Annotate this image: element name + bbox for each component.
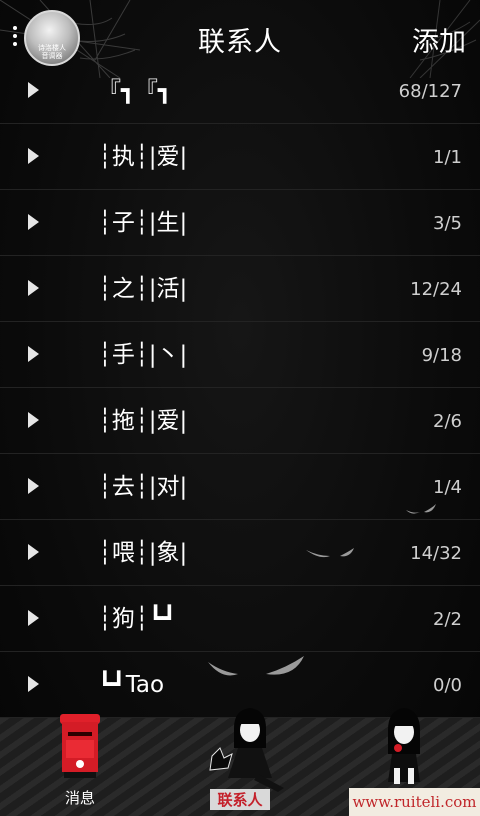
group-count: 1/1 <box>433 147 462 168</box>
group-count: 12/24 <box>410 279 462 300</box>
add-button[interactable]: 添加 <box>412 20 466 59</box>
contact-group-row[interactable]: ┆喂┆|象| 14/32 <box>0 520 480 586</box>
group-name: ┆之┆|活| <box>98 276 188 302</box>
group-name: ┆执┆|爱| <box>98 144 188 170</box>
group-name: ┆去┆|对| <box>98 474 188 500</box>
group-count: 3/5 <box>433 213 462 234</box>
page-title: 联系人 <box>198 27 282 58</box>
mailbox-icon <box>60 714 100 778</box>
tab-contacts-label: 联系人 <box>210 789 270 810</box>
contacts-screen: 诗洛楼人 音调器 联系人 添加 『┓『┓ 68/127 ┆执┆|爱| 1/1 ┆… <box>0 0 480 816</box>
contact-group-row[interactable]: ┆狗┆┗┛ 2/2 <box>0 586 480 652</box>
girl-with-rose-icon <box>388 708 420 784</box>
expand-arrow-icon <box>28 346 39 362</box>
tab-messages[interactable]: 消息 <box>0 714 160 816</box>
expand-arrow-icon <box>28 214 39 230</box>
group-name: ┗┛Tao <box>98 672 165 698</box>
group-name: ┆喂┆|象| <box>98 540 188 566</box>
expand-arrow-icon <box>28 148 39 164</box>
contact-group-row[interactable]: ┆之┆|活| 12/24 <box>0 256 480 322</box>
group-count: 1/4 <box>433 477 462 498</box>
girl-with-cat-icon <box>209 708 284 792</box>
group-count: 68/127 <box>398 81 462 102</box>
tab-contacts[interactable]: 联系人 <box>160 708 320 816</box>
group-name: ┆手┆|丶| <box>98 342 188 368</box>
tab-messages-label: 消息 <box>64 789 95 807</box>
group-count: 14/32 <box>410 543 462 564</box>
contact-group-list: 『┓『┓ 68/127 ┆执┆|爱| 1/1 ┆子┆|生| 3/5 ┆之┆|活|… <box>0 58 480 718</box>
contact-group-row[interactable]: ┆执┆|爱| 1/1 <box>0 124 480 190</box>
group-count: 2/2 <box>433 609 462 630</box>
group-count: 0/0 <box>433 675 462 696</box>
group-name: 『┓『┓ <box>98 78 172 104</box>
expand-arrow-icon <box>28 544 39 560</box>
group-name: ┆拖┆|爱| <box>98 408 188 434</box>
group-name: ┆狗┆┗┛ <box>98 606 177 632</box>
contact-group-row[interactable]: ┆手┆|丶| 9/18 <box>0 322 480 388</box>
contact-group-row[interactable]: 『┓『┓ 68/127 <box>0 58 480 124</box>
expand-arrow-icon <box>28 478 39 494</box>
contact-group-row[interactable]: ┆去┆|对| 1/4 <box>0 454 480 520</box>
group-count: 9/18 <box>421 345 462 366</box>
expand-arrow-icon <box>28 280 39 296</box>
group-count: 2/6 <box>433 411 462 432</box>
contact-group-row[interactable]: ┆拖┆|爱| 2/6 <box>0 388 480 454</box>
expand-arrow-icon <box>28 610 39 626</box>
contact-group-row[interactable]: ┆子┆|生| 3/5 <box>0 190 480 256</box>
group-name: ┆子┆|生| <box>98 210 188 236</box>
expand-arrow-icon <box>28 412 39 428</box>
expand-arrow-icon <box>28 82 39 98</box>
watermark: www.ruiteli.com <box>349 788 480 816</box>
expand-arrow-icon <box>28 676 39 692</box>
